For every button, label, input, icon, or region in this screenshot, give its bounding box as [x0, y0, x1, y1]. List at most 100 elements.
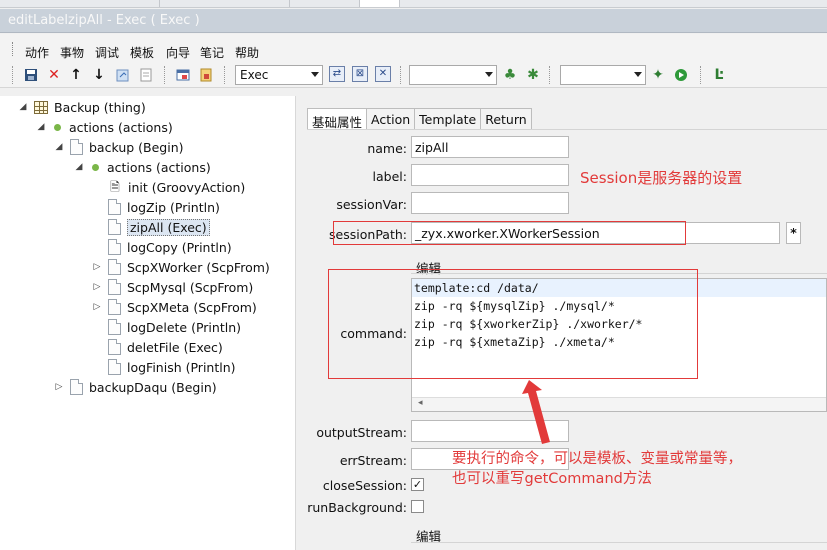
session-path-button[interactable]: * — [786, 222, 801, 244]
thing-type-select[interactable]: Exec — [235, 65, 323, 85]
tree-add-icon[interactable]: ♣ — [501, 66, 519, 84]
document-icon[interactable] — [137, 66, 155, 84]
name-field[interactable]: zipAll — [411, 136, 569, 158]
menu-template[interactable]: 模板 — [130, 44, 154, 61]
chevron-down-icon — [485, 72, 493, 77]
tree-node-label: ScpMysql (ScpFrom) — [127, 279, 254, 295]
tab-template[interactable]: Template — [414, 108, 482, 130]
tree-node-label: backup (Begin) — [89, 139, 184, 155]
secondary-select[interactable] — [409, 65, 497, 85]
tab-basic-properties[interactable]: 基础属性 — [307, 108, 368, 130]
toolbar-separator — [700, 66, 702, 84]
menu-help[interactable]: 帮助 — [235, 44, 259, 61]
name-label: name: — [367, 141, 407, 156]
file-icon — [70, 139, 83, 155]
tree-node-label: init (GroovyAction) — [128, 179, 246, 195]
run-icon[interactable] — [672, 66, 690, 84]
file-icon — [108, 359, 121, 375]
tree-node-label: logDelete (Println) — [127, 319, 242, 335]
tree-node[interactable]: logZip (Println) — [92, 197, 220, 217]
thing-tree: ◢ Backup (thing) ◢ actions (actions) ◢ back… — [0, 96, 296, 550]
menu-notes[interactable]: 笔记 — [200, 44, 224, 61]
edit-icon[interactable]: ⇄ — [329, 66, 345, 82]
layout-icon[interactable]: Ŀ — [710, 66, 728, 84]
refresh-icon[interactable] — [114, 66, 132, 84]
thing-type-value: Exec — [240, 68, 269, 82]
collapse-icon[interactable]: ◢ — [36, 122, 46, 132]
menu-grip — [12, 42, 15, 56]
top-tab-strip — [0, 0, 827, 8]
expand-icon[interactable]: ▷ — [92, 282, 102, 292]
debug-icon[interactable]: ✦ — [649, 66, 667, 84]
arrow-down-icon[interactable]: ↓ — [90, 66, 108, 84]
command-annotation-line2: 也可以重写getCommand方法 — [452, 471, 652, 487]
horizontal-scrollbar[interactable]: ◂ — [412, 397, 826, 411]
file-icon — [108, 339, 121, 355]
grid-icon[interactable]: ⊠ — [352, 66, 368, 82]
file-icon — [70, 379, 83, 395]
table-icon — [34, 100, 48, 114]
file-icon — [108, 199, 121, 215]
delete-icon[interactable]: ✕ — [45, 66, 63, 84]
tree-node[interactable]: ▷ ScpXMeta (ScpFrom) — [92, 297, 257, 317]
tab-return[interactable]: Return — [480, 108, 532, 130]
expand-icon[interactable]: ▷ — [54, 382, 64, 392]
collapse-icon[interactable]: ◢ — [74, 162, 84, 172]
tab-strip-segment[interactable] — [0, 0, 160, 7]
image-icon[interactable] — [197, 66, 215, 84]
file-icon — [108, 319, 121, 335]
menu-wizard[interactable]: 向导 — [166, 44, 190, 61]
tree-node[interactable]: ◢ actions (actions) — [74, 157, 211, 177]
tree-node[interactable]: ◢ actions (actions) — [36, 117, 173, 137]
arrow-up-icon[interactable]: ↑ — [67, 66, 85, 84]
tree-node[interactable]: deletFile (Exec) — [92, 337, 223, 357]
tree-node[interactable]: ◢ backup (Begin) — [54, 137, 184, 157]
edit-section-divider-2 — [411, 542, 827, 543]
expand-icon[interactable]: ▷ — [92, 302, 102, 312]
scroll-left-icon[interactable]: ◂ — [418, 398, 423, 408]
tree-node-label: backupDaqu (Begin) — [89, 379, 217, 395]
expand-icon[interactable]: ▷ — [92, 262, 102, 272]
label-field[interactable] — [411, 164, 569, 186]
close-session-label: closeSession: — [322, 478, 407, 493]
tree-node-selected[interactable]: zipAll (Exec) — [92, 217, 210, 237]
close-session-checkbox[interactable]: ✓ — [411, 478, 424, 491]
menu-action[interactable]: 动作 — [25, 44, 49, 61]
file-icon — [108, 279, 121, 295]
tree-node[interactable]: ▷ ScpXWorker (ScpFrom) — [92, 257, 270, 277]
file-icon — [108, 219, 121, 235]
tab-action[interactable]: Action — [366, 108, 416, 130]
tree-node[interactable]: logDelete (Println) — [92, 317, 241, 337]
chevron-down-icon — [311, 72, 319, 77]
actions-dot-icon — [54, 123, 61, 131]
session-var-field[interactable] — [411, 192, 569, 214]
tab-strip-segment[interactable] — [290, 0, 360, 7]
tree-node-label: logCopy (Println) — [127, 239, 232, 255]
label-label: label: — [372, 169, 407, 184]
tab-strip-segment[interactable] — [160, 0, 290, 7]
window-icon[interactable] — [174, 66, 192, 84]
tree-node[interactable]: logCopy (Println) — [92, 237, 232, 257]
file-icon — [108, 239, 121, 255]
tree-remove-icon[interactable]: ✱ — [524, 66, 542, 84]
run-background-label: runBackground: — [307, 500, 407, 515]
tree-node[interactable]: logFinish (Println) — [92, 357, 236, 377]
collapse-icon[interactable]: ◢ — [18, 102, 28, 112]
close-box-icon[interactable]: ✕ — [375, 66, 391, 82]
tree-node[interactable]: ▷ backupDaqu (Begin) — [54, 377, 217, 397]
tertiary-select[interactable] — [560, 65, 646, 85]
window-title-bar: editLabelzipAll - Exec ( Exec ) — [0, 9, 827, 33]
tree-node[interactable]: 🗎 init (GroovyAction) — [92, 177, 245, 197]
toolbar: ✕ ↑ ↓ Exec ⇄ ⊠ ✕ ♣ ✱ ✦ Ŀ — [0, 62, 827, 88]
toolbar-separator — [549, 66, 551, 84]
tree-node[interactable]: ◢ Backup (thing) — [18, 97, 146, 117]
tree-node[interactable]: ▷ ScpMysql (ScpFrom) — [92, 277, 253, 297]
command-annotation-line1: 要执行的命令，可以是模板、变量或常量等， — [452, 451, 742, 467]
file-icon — [108, 299, 121, 315]
tab-strip-segment[interactable] — [360, 0, 400, 7]
menu-thing[interactable]: 事物 — [60, 44, 84, 61]
save-icon[interactable] — [22, 66, 40, 84]
run-background-checkbox[interactable] — [411, 500, 424, 513]
collapse-icon[interactable]: ◢ — [54, 142, 64, 152]
menu-debug[interactable]: 调试 — [95, 44, 119, 61]
